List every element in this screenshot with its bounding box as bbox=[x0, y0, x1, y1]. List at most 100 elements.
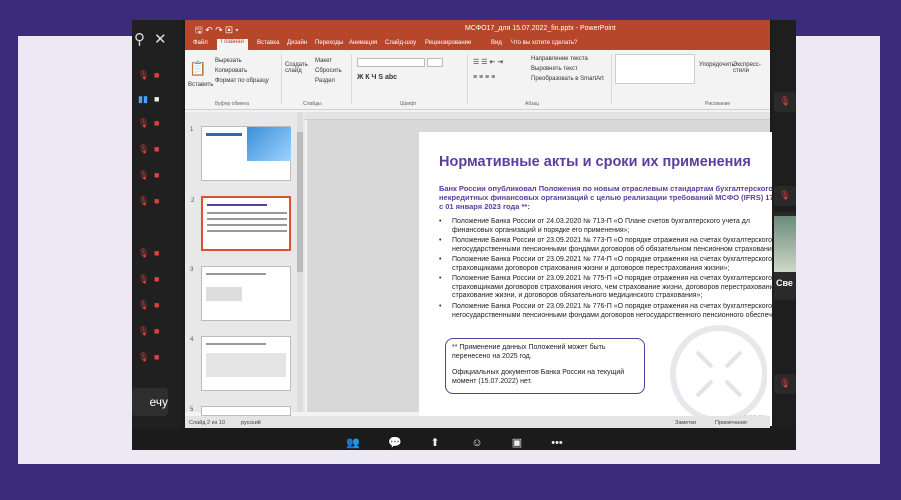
video-off-icon: ■ bbox=[154, 326, 160, 336]
video-off-icon: ■ bbox=[154, 300, 160, 310]
bullet-item[interactable]: • Положение Банка России от 23.09.2021 №… bbox=[439, 256, 779, 274]
intro-line: Банк России опубликовал Положения по нов… bbox=[439, 184, 779, 193]
thumbnails-scrollbar[interactable] bbox=[297, 112, 303, 412]
paste-button[interactable]: Вставить bbox=[188, 82, 213, 88]
ribbon-separator bbox=[281, 54, 282, 104]
align-text-button[interactable]: Выровнять текст bbox=[531, 66, 578, 72]
footnote-box[interactable]: ** Применение данных Положений может быт… bbox=[445, 338, 645, 394]
panel-header: ⚲ ✕ bbox=[132, 30, 182, 50]
note-line: ** Применение данных Положений может быт… bbox=[452, 344, 606, 351]
participant-row: 🎙 ■ bbox=[138, 144, 178, 158]
new-slide-button[interactable]: Создать слайд bbox=[285, 62, 309, 74]
participants-icon[interactable]: 👥 bbox=[342, 434, 364, 450]
reactions-icon[interactable]: ☺ bbox=[466, 434, 488, 450]
thumb-line bbox=[207, 230, 287, 232]
font-name-field[interactable] bbox=[357, 58, 425, 67]
mic-muted-icon: 🎙 bbox=[138, 352, 150, 362]
slide-number: 4 bbox=[190, 337, 194, 343]
text-direction-button[interactable]: Направление текста bbox=[531, 56, 588, 62]
bullet-item[interactable]: • Положение Банка России от 23.09.2021 №… bbox=[439, 237, 779, 255]
ribbon-home: 📋 Вставить Вырезать Копировать Формат по… bbox=[185, 50, 770, 110]
slides-group-label: Слайды bbox=[303, 101, 322, 107]
font-style-buttons[interactable]: Ж К Ч S abc bbox=[357, 74, 397, 81]
chat-icon[interactable]: 💬 bbox=[384, 434, 406, 450]
slide-title[interactable]: Нормативные акты и сроки их применения bbox=[439, 154, 779, 170]
tab-design[interactable]: Дизайн bbox=[287, 40, 307, 46]
notes-button[interactable]: Заметки bbox=[675, 420, 696, 426]
slide-thumbnail[interactable]: 2 bbox=[191, 196, 291, 251]
tell-me-search[interactable]: Что вы хотите сделать? bbox=[511, 40, 577, 46]
slide-thumbnail[interactable]: 4 bbox=[190, 336, 291, 391]
thumb-line bbox=[206, 343, 266, 345]
thumb-line bbox=[206, 287, 242, 301]
tab-insert[interactable]: Вставка bbox=[257, 40, 279, 46]
layout-button[interactable]: Макет bbox=[315, 58, 332, 64]
thumb-image bbox=[247, 127, 291, 161]
video-off-icon: ■ bbox=[154, 196, 160, 206]
mic-active-icon: ▮▮ bbox=[138, 94, 148, 104]
slide-thumbnail[interactable]: 3 bbox=[190, 266, 291, 321]
quick-styles-button[interactable]: Экспресс-стили bbox=[733, 62, 767, 74]
thumb-line bbox=[207, 218, 287, 220]
slide-thumbnail[interactable]: 5 bbox=[190, 406, 291, 416]
bullet-item[interactable]: • Положение Банка России от 23.09.2021 №… bbox=[439, 275, 779, 302]
mic-muted-icon: 🎙 bbox=[138, 196, 150, 206]
mic-muted-icon: 🎙 bbox=[138, 70, 150, 80]
slide-number: 2 bbox=[191, 198, 195, 204]
zoom-screen: ⚲ ✕ 🎙 ■ ▮▮ ■ 🎙 ■ 🎙 ■ 🎙 ■ 🎙 ■ 🎙 ■ 🎙 ■ 🎙 ■ 🎙 ■ 🎙 ■ еч… bbox=[132, 20, 796, 450]
thumb-line bbox=[206, 353, 286, 377]
horizontal-ruler bbox=[305, 112, 770, 120]
mic-muted-icon: 🎙 bbox=[138, 118, 150, 128]
shapes-gallery[interactable] bbox=[615, 54, 695, 84]
reset-button[interactable]: Сбросить bbox=[315, 68, 342, 74]
arrange-button[interactable]: Упорядочить bbox=[699, 62, 735, 68]
tab-review[interactable]: Рецензирование bbox=[425, 40, 471, 46]
slide-thumbnails-panel: 1 2 3 4 5 bbox=[185, 112, 305, 416]
thumb-line bbox=[207, 204, 267, 206]
font-size-field[interactable] bbox=[427, 58, 443, 67]
tab-view[interactable]: Вид bbox=[491, 40, 502, 46]
cut-button[interactable]: Вырезать bbox=[215, 58, 242, 64]
mic-muted-icon: 🎙 bbox=[774, 374, 796, 394]
bullet-line: Положение Банка России от 24.03.2020 № 7… bbox=[452, 218, 750, 225]
search-icon[interactable]: ⚲ bbox=[134, 30, 145, 48]
format-painter-button[interactable]: Формат по образцу bbox=[215, 78, 269, 84]
join-button[interactable]: ечу bbox=[132, 388, 168, 416]
convert-smartart-button[interactable]: Преобразовать в SmartArt bbox=[531, 76, 604, 82]
section-button[interactable]: Раздел bbox=[315, 78, 335, 84]
list-buttons[interactable]: ☰ ☰ ⇤ ⇥ bbox=[473, 58, 503, 66]
meeting-controls: 👥 💬 ⬆ ☺ ▣ ••• bbox=[132, 428, 796, 450]
bullet-line: страховщиками договоров страхования жизн… bbox=[452, 264, 730, 272]
tab-file[interactable]: Файл bbox=[193, 40, 208, 46]
copy-button[interactable]: Копировать bbox=[215, 68, 247, 74]
share-screen-icon[interactable]: ⬆ bbox=[424, 434, 446, 450]
slide-intro[interactable]: Банк России опубликовал Положения по нов… bbox=[439, 184, 779, 211]
slide-counter: Слайд 2 из 10 bbox=[189, 420, 225, 426]
bullet-item[interactable]: • Положение Банка России от 24.03.2020 №… bbox=[439, 218, 779, 236]
language-indicator[interactable]: русский bbox=[241, 420, 261, 426]
more-icon[interactable]: ••• bbox=[546, 434, 568, 450]
thumb-line bbox=[207, 212, 287, 214]
apps-icon[interactable]: ▣ bbox=[506, 434, 528, 450]
paste-icon[interactable]: 📋 bbox=[189, 60, 206, 77]
comments-button[interactable]: Примечания bbox=[715, 420, 747, 426]
tab-animation[interactable]: Анимация bbox=[349, 40, 377, 46]
close-icon[interactable]: ✕ bbox=[154, 30, 167, 48]
bullet-dot: • bbox=[439, 275, 442, 282]
compass-decoration-icon bbox=[670, 325, 767, 422]
tab-slideshow[interactable]: Слайд-шоу bbox=[385, 40, 416, 46]
video-off-icon: ■ bbox=[154, 352, 160, 362]
slide-thumbnail[interactable]: 1 bbox=[190, 126, 291, 181]
participant-video[interactable]: Све bbox=[774, 212, 796, 300]
note-line: перенесено на 2025 год. bbox=[452, 352, 532, 360]
note-line: Официальных документов Банка России на т… bbox=[452, 369, 625, 376]
quick-access-icons[interactable]: 🖫 ↶ ↷ ▣ ▾ bbox=[195, 23, 239, 39]
tab-home[interactable]: Главная bbox=[217, 39, 248, 50]
clipboard-group-label: Буфер обмена bbox=[215, 101, 249, 107]
bullet-line: Положение Банка России от 23.09.2021 № 7… bbox=[452, 237, 779, 244]
scrollbar-thumb[interactable] bbox=[297, 132, 303, 272]
ribbon-separator bbox=[611, 54, 612, 104]
slide-number: 3 bbox=[190, 267, 194, 273]
tab-transitions[interactable]: Переходы bbox=[315, 40, 343, 46]
align-buttons[interactable]: ≡ ≡ ≡ ≡ bbox=[473, 74, 495, 81]
